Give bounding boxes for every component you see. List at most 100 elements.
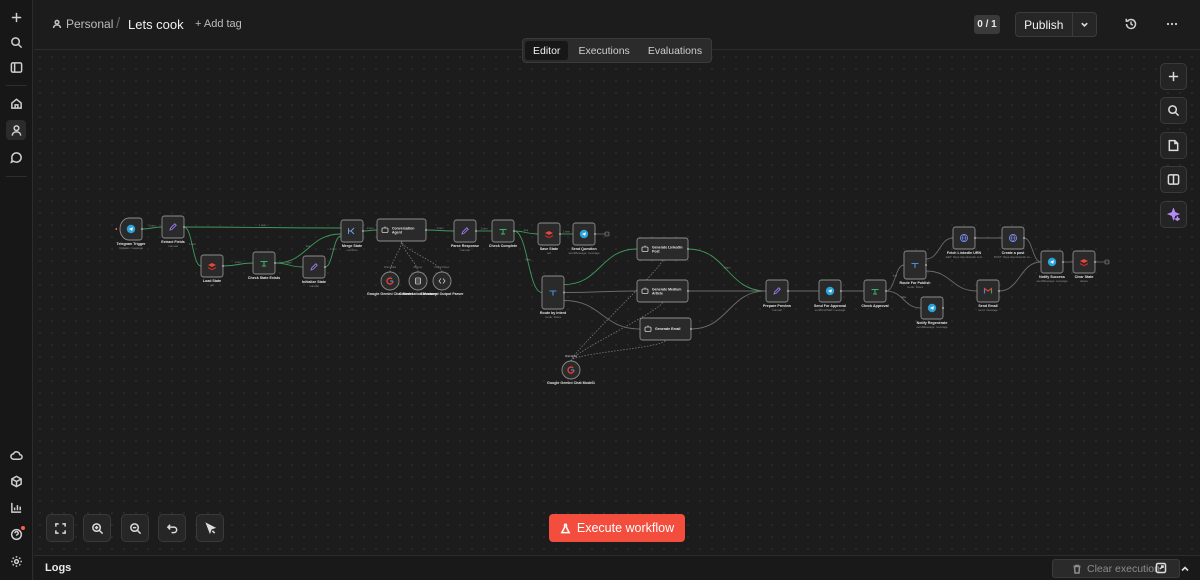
node-subtitle: mode: Rules — [545, 315, 562, 319]
connection-checkapproval-routepublish — [885, 264, 905, 292]
connection-sendemail-success — [998, 261, 1042, 292]
node-shape — [408, 271, 428, 291]
app-window: Personal / Lets cook + Add tag 0 / 1 Pub… — [0, 0, 1200, 580]
node-checkapproval[interactable]: Check Approval — [861, 279, 889, 308]
insights-icon[interactable] — [6, 497, 26, 517]
sub-connection-gemini2 — [570, 259, 663, 362]
telegram-icon — [1047, 257, 1057, 267]
output-handle — [689, 327, 693, 331]
fit-view-icon — [54, 522, 66, 534]
node-checkstate[interactable]: Check State Exists — [248, 251, 280, 280]
edge-label: false — [901, 295, 907, 299]
node-fetch[interactable]: Fetch LinkedIn URNGET: https://api.linke… — [946, 226, 983, 259]
chat-icon[interactable] — [6, 147, 26, 167]
tab-executions[interactable]: Executions — [570, 41, 637, 60]
more-options-icon[interactable] — [1165, 17, 1179, 31]
node-title: Check State Exists — [248, 276, 280, 280]
node-routepublish[interactable]: Route For Publishmode: Rules — [900, 250, 931, 289]
publish-button[interactable]: Publish — [1016, 13, 1072, 36]
connection-extract-load — [183, 226, 202, 267]
add-tag-button[interactable]: + Add tag — [195, 18, 242, 30]
node-question[interactable]: Send QuestionsendMessage: message — [568, 222, 600, 255]
output-handle — [941, 306, 945, 310]
node-gemini2[interactable]: Google Gemini Chat Model1 — [547, 360, 595, 385]
node-trigger[interactable]: Telegram TriggerUpdates: message — [115, 217, 146, 250]
help-icon[interactable] — [6, 524, 26, 544]
output-handle — [924, 263, 928, 267]
node-agent[interactable]: ConversationAgent — [376, 218, 428, 242]
node-post[interactable]: Create a postPOST: https://api.linkedin.… — [994, 226, 1033, 259]
workflow-canvas[interactable]: 1 item 1 item 1 item 1 item false true 1 item 1… — [34, 51, 1200, 554]
expand-logs-icon[interactable] — [1179, 562, 1191, 574]
node-sendemail[interactable]: Send Emailsend: message — [976, 279, 1001, 312]
search-nodes-button[interactable] — [1160, 97, 1187, 124]
zoom-in-button[interactable] — [83, 514, 111, 542]
sidebar-icon[interactable] — [6, 57, 26, 77]
left-rail — [0, 0, 33, 580]
sticky-note-button[interactable] — [1160, 132, 1187, 159]
node-route[interactable]: Route by Intentmode: Rules — [540, 275, 567, 319]
edge-label: 1 item — [436, 226, 443, 230]
history-icon[interactable] — [1124, 17, 1138, 31]
node-save[interactable]: Save Stateset — [537, 222, 562, 255]
ai-assistant-button[interactable] — [1160, 201, 1187, 228]
note-icon — [1168, 139, 1179, 152]
publish-options-button[interactable] — [1071, 13, 1096, 36]
node-clear[interactable]: Clear Statedelete — [1072, 250, 1097, 283]
add-node-handle — [604, 231, 610, 237]
logs-title[interactable]: Logs — [45, 562, 71, 574]
node-merge[interactable]: Merge Statecombine — [340, 219, 365, 252]
node-linkedin[interactable]: Generate LinkedInPost — [636, 237, 690, 261]
node-title: Google Gemini Chat Model1 — [547, 381, 595, 385]
node-checkcomplete[interactable]: Check Complete — [489, 219, 517, 248]
node-parser[interactable]: Structured Output Parser — [420, 271, 464, 296]
tidy-up-button[interactable] — [196, 514, 224, 542]
node-subtitle: POST: https://api.linkedin.co... — [994, 255, 1033, 259]
toggle-panel-button[interactable] — [1160, 166, 1187, 193]
output-handle — [221, 264, 225, 268]
cloud-icon[interactable] — [6, 445, 26, 465]
search-icon[interactable] — [6, 32, 26, 52]
workflow-name[interactable]: Lets cook — [128, 17, 184, 32]
sparkle-icon — [1167, 208, 1180, 221]
node-subtitle: manual — [460, 248, 470, 252]
edge-label: true — [306, 244, 311, 248]
detach-logs-icon[interactable] — [1155, 561, 1167, 574]
zoom-in-icon — [91, 522, 103, 534]
output-handle — [512, 229, 516, 233]
node-subtitle: mode: Rules — [907, 285, 924, 289]
breadcrumb-project[interactable]: Personal — [52, 17, 113, 31]
home-icon[interactable] — [6, 93, 26, 113]
tab-evaluations[interactable]: Evaluations — [640, 41, 710, 60]
settings-icon[interactable] — [6, 551, 26, 571]
user-icon — [52, 19, 62, 29]
view-tabs: Editor Executions Evaluations — [522, 38, 712, 63]
node-subtitle: GET: https://api.linkedin.com — [946, 255, 983, 259]
node-extract[interactable]: Extract Fieldsmanual — [161, 215, 186, 248]
tab-editor[interactable]: Editor — [525, 41, 569, 60]
output-handle — [323, 265, 327, 269]
output-handle — [558, 232, 562, 236]
node-load[interactable]: Load Stateget — [200, 254, 225, 287]
edge-label: 1 item — [563, 230, 570, 234]
zoom-out-button[interactable] — [121, 514, 149, 542]
node-preview[interactable]: Prepare Previewmanual — [763, 279, 791, 312]
node-success[interactable]: Notify SuccesssendMessage: message — [1036, 250, 1068, 283]
node-init[interactable]: Initialize Statemanual — [302, 255, 327, 288]
execute-workflow-button[interactable]: Execute workflow — [549, 514, 685, 542]
output-handle — [839, 289, 843, 293]
user-icon[interactable] — [6, 120, 26, 140]
fit-view-button[interactable] — [46, 514, 74, 542]
chevron-down-icon — [1081, 22, 1088, 27]
undo-button[interactable] — [158, 514, 186, 542]
templates-icon[interactable] — [6, 471, 26, 491]
node-medium[interactable]: Generate MediumArticle — [636, 279, 690, 303]
node-subtitle: set — [547, 251, 551, 255]
plus-icon[interactable] — [6, 7, 26, 27]
node-parse[interactable]: Parse Responsemanual — [451, 219, 479, 252]
node-subtitle: get — [210, 283, 214, 287]
add-node-button[interactable] — [1160, 63, 1187, 90]
node-approval[interactable]: Send For ApprovalsendAndWait: message — [814, 279, 846, 312]
node-email[interactable]: Generate Email — [639, 317, 693, 341]
node-regenerate[interactable]: Notify RegeneratesendMessage: message — [916, 296, 948, 329]
